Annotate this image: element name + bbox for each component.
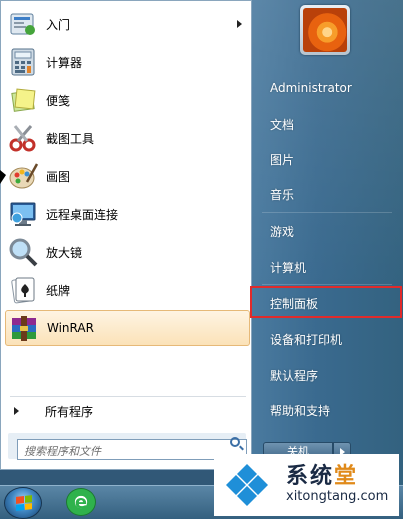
sticky-notes-icon [7, 84, 39, 116]
program-snipping-tool[interactable]: 截图工具 [5, 120, 250, 156]
default-programs-link[interactable]: 默认程序 [270, 363, 395, 387]
program-label: 入门 [46, 17, 71, 32]
program-label: 计算器 [46, 55, 83, 70]
all-programs-button[interactable]: 所有程序 [8, 400, 248, 422]
search-icon[interactable] [230, 437, 240, 447]
program-label: 画图 [46, 169, 71, 184]
program-winrar[interactable]: WinRAR [5, 310, 250, 346]
right-panel-divider [262, 212, 392, 213]
computer-link[interactable]: 计算机 [270, 255, 395, 279]
program-calculator[interactable]: 计算器 [5, 44, 250, 80]
program-label: 截图工具 [46, 131, 95, 146]
control-panel-highlight-box [250, 286, 402, 318]
pictures-link[interactable]: 图片 [270, 147, 395, 171]
program-label: 远程桌面连接 [46, 207, 119, 222]
mouse-cursor-icon [0, 170, 6, 184]
programs-divider [10, 396, 246, 397]
magnifier-icon [7, 236, 39, 268]
program-label: 便笺 [46, 93, 71, 108]
program-solitaire[interactable]: 纸牌 [5, 272, 250, 308]
snipping-tool-icon [7, 122, 39, 154]
solitaire-icon [7, 274, 39, 306]
right-panel-divider [262, 284, 392, 285]
music-link[interactable]: 音乐 [270, 182, 395, 206]
paint-icon [7, 160, 39, 192]
user-picture[interactable] [300, 5, 350, 55]
games-link[interactable]: 游戏 [270, 219, 395, 243]
windows-logo-icon [16, 495, 32, 511]
site-watermark: 系统堂 xitongtang.com [214, 454, 399, 516]
program-getting-started[interactable]: 入门 [5, 6, 250, 42]
browser-taskbar-icon[interactable]: e [66, 488, 96, 516]
flower-avatar-image [303, 8, 347, 52]
search-area: 搜索程序和文件 [8, 433, 247, 460]
watermark-title: 系统堂 [286, 463, 359, 489]
devices-printers-link[interactable]: 设备和打印机 [270, 327, 395, 351]
program-sticky-notes[interactable]: 便笺 [5, 82, 250, 118]
program-paint[interactable]: 画图 [5, 158, 250, 194]
program-remote-desktop[interactable]: 远程桌面连接 [5, 196, 250, 232]
all-programs-label: 所有程序 [45, 404, 94, 419]
getting-started-icon [7, 8, 39, 40]
user-name-link[interactable]: Administrator [270, 76, 395, 100]
calculator-icon [7, 46, 39, 78]
chevron-right-icon [237, 20, 242, 28]
chevron-right-icon [14, 407, 19, 415]
program-label: 纸牌 [46, 283, 71, 298]
remote-desktop-icon [7, 198, 39, 230]
program-label: 放大镜 [46, 245, 83, 260]
site-logo-icon [226, 464, 268, 506]
search-input[interactable]: 搜索程序和文件 [17, 439, 247, 460]
winrar-icon [8, 312, 40, 344]
program-label: WinRAR [47, 321, 94, 335]
documents-link[interactable]: 文档 [270, 112, 395, 136]
start-button[interactable] [4, 487, 42, 519]
program-magnifier[interactable]: 放大镜 [5, 234, 250, 270]
watermark-url: xitongtang.com [286, 489, 389, 504]
help-support-link[interactable]: 帮助和支持 [270, 398, 395, 422]
